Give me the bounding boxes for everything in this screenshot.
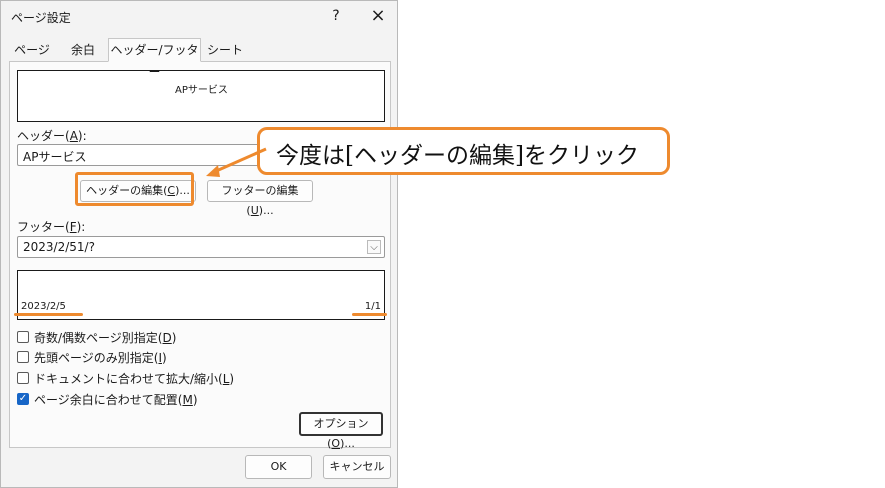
tab-sheet[interactable]: シート (203, 38, 247, 62)
footer-select-value: 2023/2/51/? (23, 240, 95, 254)
checkbox-box[interactable] (17, 372, 29, 384)
checkbox-label: 先頭ページのみ別指定(I) (34, 351, 167, 365)
callout-text: 今度は[ヘッダーの編集]をクリック (276, 143, 639, 169)
underline-footer-date (14, 313, 83, 316)
close-icon[interactable]: × (365, 3, 391, 29)
ok-button[interactable]: OK (245, 455, 312, 479)
footer-preview-left: 2023/2/5 (21, 301, 66, 312)
checkbox-label: ページ余白に合わせて配置(M) (34, 393, 198, 407)
tab-page-label: ページ (14, 43, 50, 57)
options-button[interactable]: オプション(O)... (299, 412, 383, 450)
instruction-callout: 今度は[ヘッダーの編集]をクリック (257, 127, 670, 175)
checkbox-box[interactable] (17, 351, 29, 363)
help-icon[interactable]: ? (323, 3, 349, 29)
checkbox-label: ドキュメントに合わせて拡大/縮小(L) (34, 372, 235, 386)
header-label: ヘッダー(A): (17, 129, 87, 143)
underline-footer-page (352, 313, 387, 316)
chevron-down-icon[interactable]: ⌵ (367, 240, 381, 254)
header-footer-panel: APサービス ヘッダー(A): APサービス ヘッダーの編集(C)... フッタ… (9, 61, 391, 450)
checkmark-icon[interactable]: ✓ (17, 393, 29, 405)
highlight-edit-header (75, 172, 194, 206)
checkbox-box[interactable] (17, 331, 29, 343)
tab-margins[interactable]: 余白 (59, 38, 107, 62)
tab-sheet-label: シート (206, 43, 243, 57)
footer-select[interactable]: 2023/2/51/? ⌵ (17, 236, 385, 258)
title-bar[interactable]: ページ設定 ? × (1, 1, 397, 33)
footer-label: フッター(F): (17, 220, 86, 234)
header-preview-text: APサービス (175, 85, 228, 96)
header-preview: APサービス (17, 70, 385, 122)
tab-header-footer[interactable]: ヘッダー/フッター (108, 38, 201, 79)
cancel-button[interactable]: キャンセル (323, 455, 391, 479)
header-select-value: APサービス (23, 150, 87, 164)
tab-page[interactable]: ページ (9, 38, 55, 62)
checkbox-label: 奇数/偶数ページ別指定(D) (34, 331, 177, 345)
arrow-pointer-icon (206, 147, 267, 177)
page-setup-dialog: ページ設定 ? × ページ 余白 ヘッダー/フッター シート APサービス ヘッ… (0, 0, 398, 488)
tab-margins-label: 余白 (70, 43, 95, 57)
window-title: ページ設定 (11, 11, 71, 25)
footer-preview-right: 1/1 (364, 301, 381, 312)
